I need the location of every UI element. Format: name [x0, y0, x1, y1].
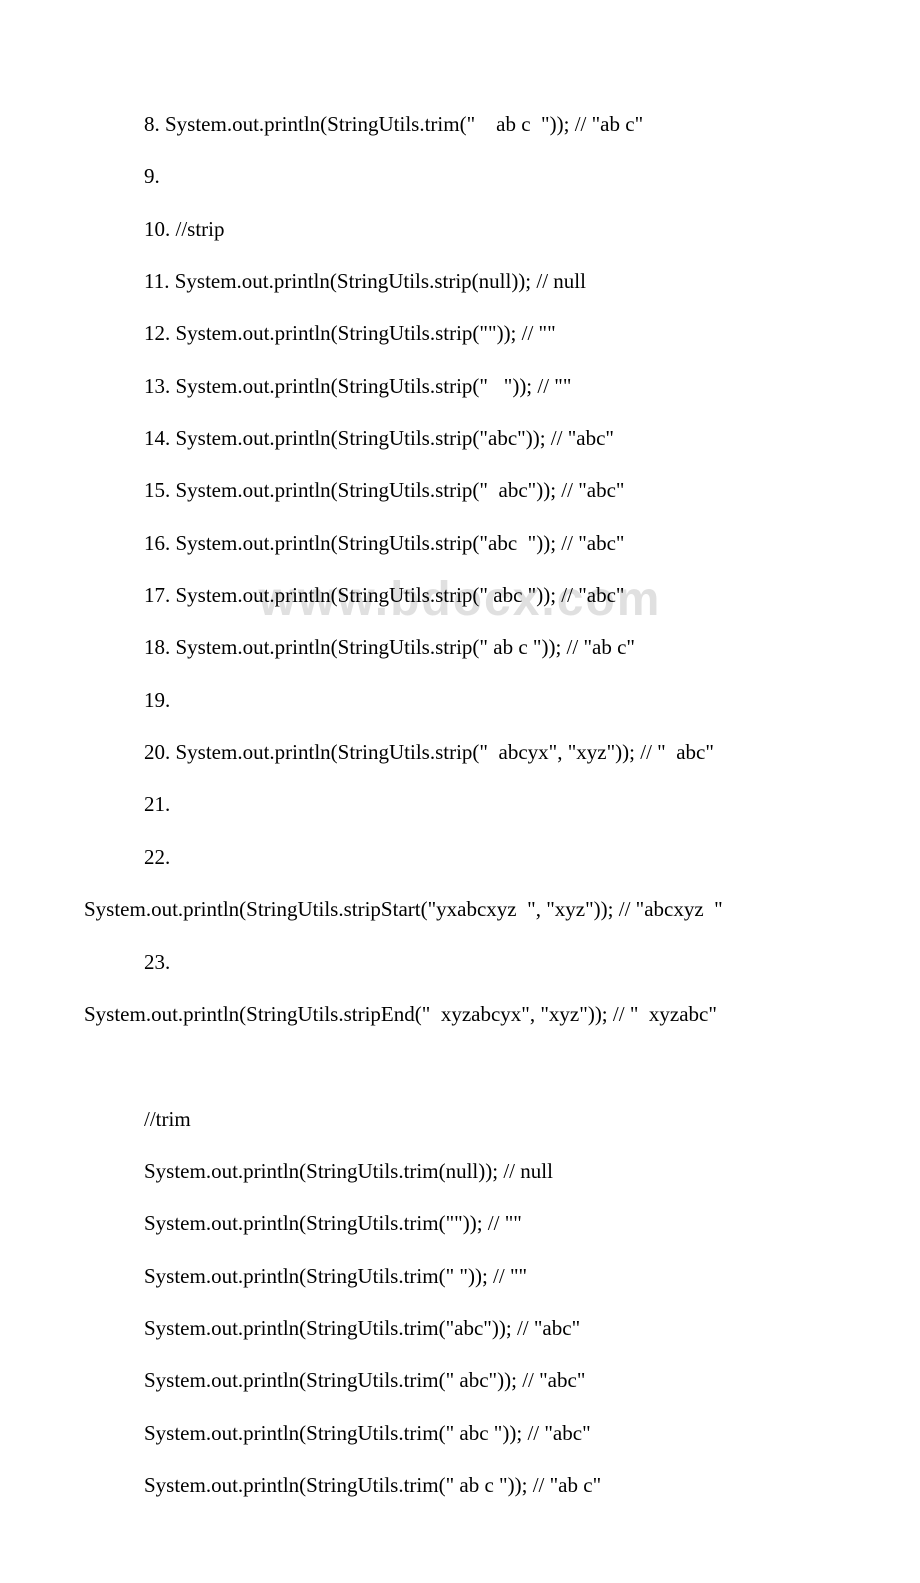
- code-line: 9.: [84, 162, 836, 190]
- code-line: 21.: [84, 790, 836, 818]
- document-page: 8. System.out.println(StringUtils.trim("…: [0, 0, 920, 1583]
- code-line: 15. System.out.println(StringUtils.strip…: [84, 476, 836, 504]
- code-line: 19.: [84, 686, 836, 714]
- code-line: 14. System.out.println(StringUtils.strip…: [84, 424, 836, 452]
- code-line: 8. System.out.println(StringUtils.trim("…: [84, 110, 836, 138]
- code-line: System.out.println(StringUtils.trim(""))…: [84, 1209, 836, 1237]
- code-line: 20. System.out.println(StringUtils.strip…: [84, 738, 836, 766]
- code-line: System.out.println(StringUtils.trim("abc…: [84, 1314, 836, 1342]
- code-line: 17. System.out.println(StringUtils.strip…: [84, 581, 836, 609]
- code-line: System.out.println(StringUtils.trim(" ")…: [84, 1262, 836, 1290]
- code-line: System.out.println(StringUtils.trim(null…: [84, 1157, 836, 1185]
- code-line: 23.: [84, 948, 836, 976]
- code-line: 16. System.out.println(StringUtils.strip…: [84, 529, 836, 557]
- code-line: 11. System.out.println(StringUtils.strip…: [84, 267, 836, 295]
- code-line: System.out.println(StringUtils.trim(" ab…: [84, 1419, 836, 1447]
- code-line: //trim: [84, 1105, 836, 1133]
- code-line: 12. System.out.println(StringUtils.strip…: [84, 319, 836, 347]
- code-line: 18. System.out.println(StringUtils.strip…: [84, 633, 836, 661]
- code-line: System.out.println(StringUtils.stripStar…: [84, 895, 836, 923]
- code-line: 10. //strip: [84, 215, 836, 243]
- code-line: System.out.println(StringUtils.trim(" ab…: [84, 1471, 836, 1499]
- code-line: System.out.println(StringUtils.stripEnd(…: [84, 1000, 836, 1028]
- code-line: 13. System.out.println(StringUtils.strip…: [84, 372, 836, 400]
- code-line: System.out.println(StringUtils.trim(" ab…: [84, 1366, 836, 1394]
- code-line: 22.: [84, 843, 836, 871]
- code-line: [84, 1052, 836, 1080]
